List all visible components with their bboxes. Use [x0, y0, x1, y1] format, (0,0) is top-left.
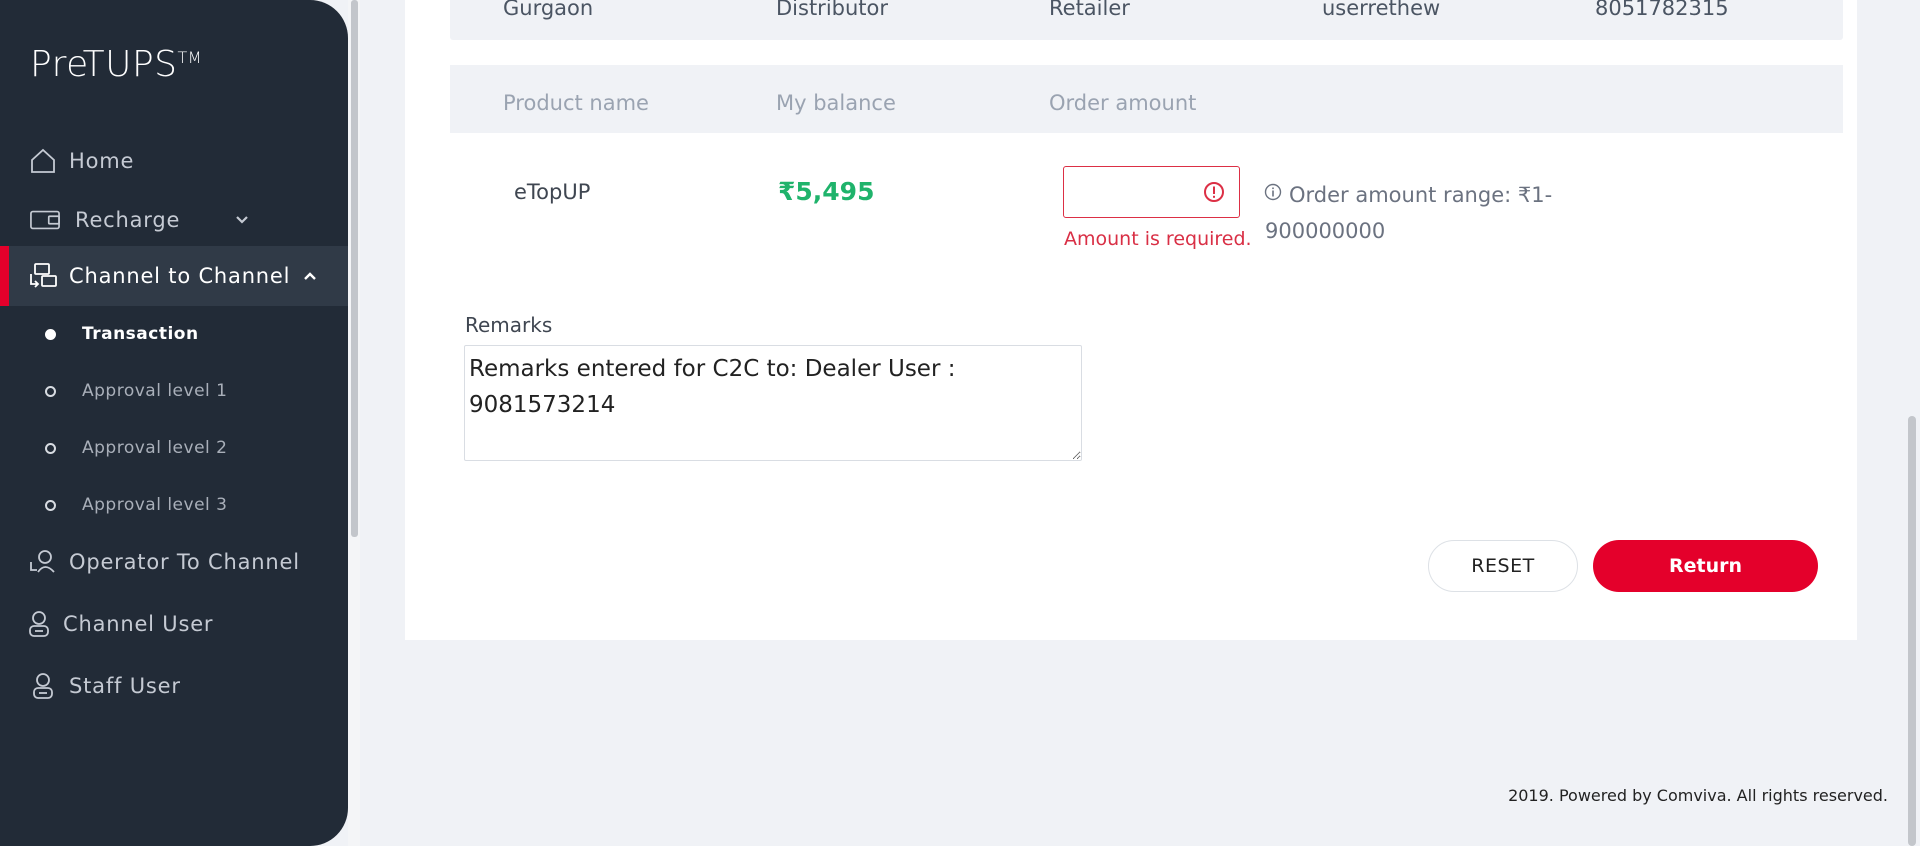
home-icon: [28, 146, 58, 176]
sidebar-item-home[interactable]: Home: [0, 131, 348, 191]
sidebar: PreTUPSTM Home Recharge Channel to Chann…: [0, 0, 348, 846]
transfer-icon: [28, 261, 58, 291]
balance-value: ₹5,495: [778, 177, 875, 206]
product-table-header: Product name My balance Order amount: [450, 65, 1843, 133]
remarks-textarea[interactable]: Remarks entered for C2C to: Dealer User …: [464, 345, 1082, 461]
app-logo: PreTUPSTM: [30, 44, 202, 85]
user-icon: [28, 671, 58, 701]
operator-icon: [28, 547, 58, 577]
footer-copyright: 2019. Powered by Comviva. All rights res…: [1508, 786, 1888, 805]
sidebar-item-label: Recharge: [75, 208, 181, 232]
sidebar-subitem-label: Approval level 2: [82, 438, 228, 458]
header-my-balance: My balance: [776, 91, 896, 115]
chevron-down-icon[interactable]: [232, 210, 252, 230]
bullet-icon: [45, 499, 56, 511]
details-row: Gurgaon Distributor Retailer userrethew …: [450, 0, 1843, 40]
sidebar-subitem-label: Transaction: [82, 324, 199, 344]
detail-msisdn: 8051782315: [1595, 0, 1729, 20]
sidebar-item-staff-user[interactable]: Staff User: [0, 656, 348, 716]
detail-geography: Gurgaon: [503, 0, 594, 20]
order-amount-range: Order amount range: ₹1-900000000: [1265, 183, 1553, 243]
return-button[interactable]: Return: [1593, 540, 1818, 592]
bullet-icon: [45, 385, 56, 397]
sidebar-subitem-approval-level-2[interactable]: Approval level 2: [0, 428, 348, 468]
detail-category: Retailer: [1049, 0, 1130, 20]
wallet-icon: [30, 205, 60, 235]
chevron-up-icon[interactable]: [300, 266, 320, 286]
brand-name: PreTUPS: [30, 44, 178, 85]
sidebar-subitem-label: Approval level 1: [82, 381, 228, 401]
page-scrollbar[interactable]: [1908, 416, 1916, 846]
trademark: TM: [177, 48, 203, 67]
bullet-icon: [45, 442, 56, 454]
sidebar-subitem-approval-level-3[interactable]: Approval level 3: [0, 485, 348, 525]
sidebar-item-channel-user[interactable]: Channel User: [0, 594, 348, 654]
product-name: eTopUP: [514, 180, 591, 204]
sidebar-subitem-approval-level-1[interactable]: Approval level 1: [0, 371, 348, 411]
sidebar-item-label: Staff User: [69, 674, 181, 698]
header-product-name: Product name: [503, 91, 649, 115]
sidebar-item-operator-to-channel[interactable]: Operator To Channel: [0, 532, 348, 592]
sidebar-subitem-label: Approval level 3: [82, 495, 228, 515]
sidebar-item-label: Home: [69, 149, 135, 173]
alert-icon: [1203, 181, 1225, 203]
reset-button[interactable]: RESET: [1428, 540, 1578, 592]
order-amount-error: Amount is required.: [1064, 228, 1252, 250]
sidebar-item-recharge[interactable]: Recharge: [0, 190, 348, 250]
bullet-icon: [45, 328, 56, 340]
detail-domain: Distributor: [776, 0, 889, 20]
sidebar-item-label: Operator To Channel: [69, 550, 300, 574]
header-order-amount: Order amount: [1049, 91, 1197, 115]
sidebar-scrollbar[interactable]: [351, 0, 358, 537]
detail-username: userrethew: [1322, 0, 1441, 20]
remarks-label: Remarks: [465, 313, 553, 337]
sidebar-item-label: Channel User: [63, 612, 214, 636]
sidebar-item-label: Channel to Channel: [69, 264, 291, 288]
user-icon: [24, 609, 54, 639]
sidebar-item-channel-to-channel[interactable]: Channel to Channel: [0, 246, 348, 306]
sidebar-subitem-transaction[interactable]: Transaction: [0, 314, 348, 354]
